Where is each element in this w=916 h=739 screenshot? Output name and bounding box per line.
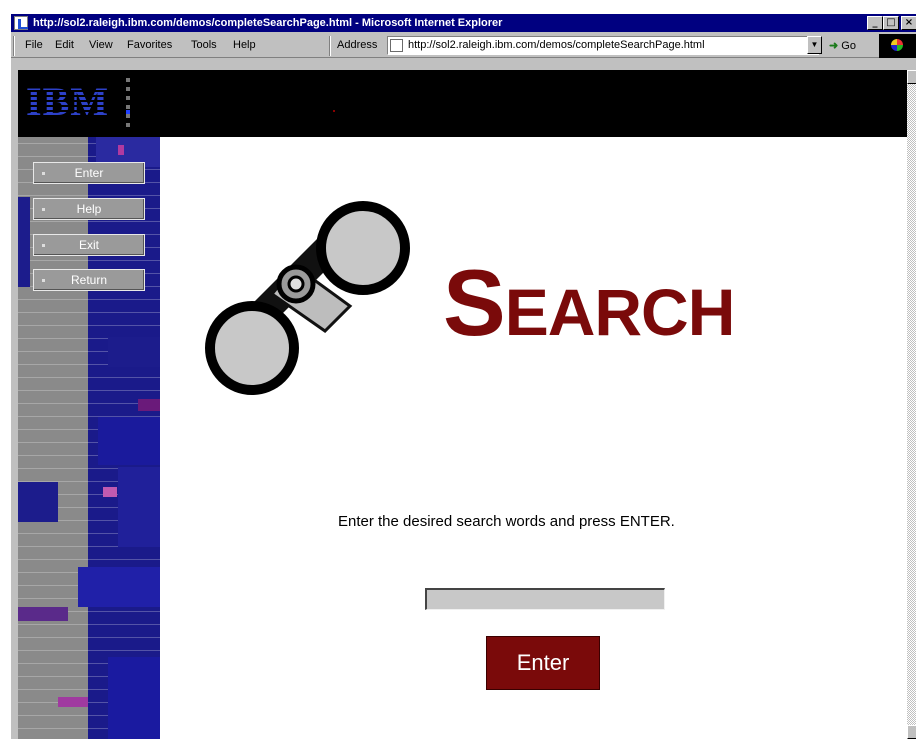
close-button[interactable]: × [901, 16, 916, 30]
ibm-logo[interactable]: IBM [26, 82, 109, 122]
window-title: http://sol2.raleigh.ibm.com/demos/comple… [33, 17, 503, 29]
banner-blue-dot [126, 110, 130, 114]
sidebar-texture [78, 567, 160, 607]
address-bar[interactable]: http://sol2.raleigh.ibm.com/demos/comple… [387, 36, 819, 55]
sidebar-texture [58, 697, 88, 707]
sidebar-texture [118, 145, 124, 155]
sidebar-texture [138, 399, 160, 411]
nav-return-button[interactable]: Return [33, 269, 145, 291]
search-input[interactable] [425, 588, 665, 610]
search-heading-rest: EARCH [504, 275, 736, 349]
minimize-button[interactable]: _ [867, 16, 883, 30]
scroll-up-button[interactable] [907, 70, 916, 84]
toolbar-separator [329, 36, 331, 56]
menu-edit[interactable]: Edit [55, 39, 74, 51]
maximize-button[interactable]: □ [883, 16, 899, 30]
nav-exit-button[interactable]: Exit [33, 234, 145, 256]
ie-logo-icon [879, 34, 916, 58]
search-heading: SEARCH [443, 256, 736, 350]
sidebar-texture [18, 607, 68, 621]
title-bar: http://sol2.raleigh.ibm.com/demos/comple… [11, 14, 916, 32]
menu-help[interactable]: Help [233, 39, 256, 51]
go-button[interactable]: ➜ Go [829, 37, 875, 55]
address-url[interactable]: http://sol2.raleigh.ibm.com/demos/comple… [408, 39, 788, 51]
ie-page-icon [14, 16, 28, 30]
ie-page-icon [390, 39, 403, 52]
banner-accent-dot [333, 110, 335, 112]
go-arrow-icon: ➜ [829, 40, 839, 52]
banner-dots [126, 78, 130, 128]
ibm-banner: IBM [18, 70, 907, 137]
sidebar-texture [108, 657, 160, 739]
search-heading-cap: S [443, 250, 506, 355]
sidebar-texture [18, 482, 58, 522]
page-viewport: IBM Enter Help Exit Return SEARCH Enter … [18, 70, 907, 739]
binoculars-icon [205, 201, 410, 395]
menu-bar: File Edit View Favorites Tools Help Addr… [11, 34, 916, 58]
dropdown-arrow-icon[interactable]: ▼ [807, 36, 822, 54]
menu-favorites[interactable]: Favorites [127, 39, 172, 51]
toolbar-grip [13, 36, 15, 56]
menu-view[interactable]: View [89, 39, 113, 51]
sidebar-texture [98, 417, 160, 465]
enter-button[interactable]: Enter [486, 636, 600, 690]
vertical-scrollbar[interactable] [907, 70, 916, 739]
sidebar-texture [103, 487, 117, 497]
menu-file[interactable]: File [25, 39, 43, 51]
go-label: Go [841, 40, 856, 52]
scroll-down-button[interactable] [907, 725, 916, 739]
sidebar-texture [18, 197, 30, 287]
address-label: Address [337, 39, 378, 51]
sidebar-divider [160, 137, 172, 739]
sidebar-texture [108, 337, 160, 367]
nav-help-button[interactable]: Help [33, 198, 145, 220]
sidebar [18, 137, 160, 739]
browser-window: http://sol2.raleigh.ibm.com/demos/comple… [10, 14, 916, 739]
sidebar-texture [118, 467, 160, 547]
nav-enter-button[interactable]: Enter [33, 162, 145, 184]
search-instruction: Enter the desired search words and press… [338, 513, 675, 530]
menu-tools[interactable]: Tools [191, 39, 217, 51]
